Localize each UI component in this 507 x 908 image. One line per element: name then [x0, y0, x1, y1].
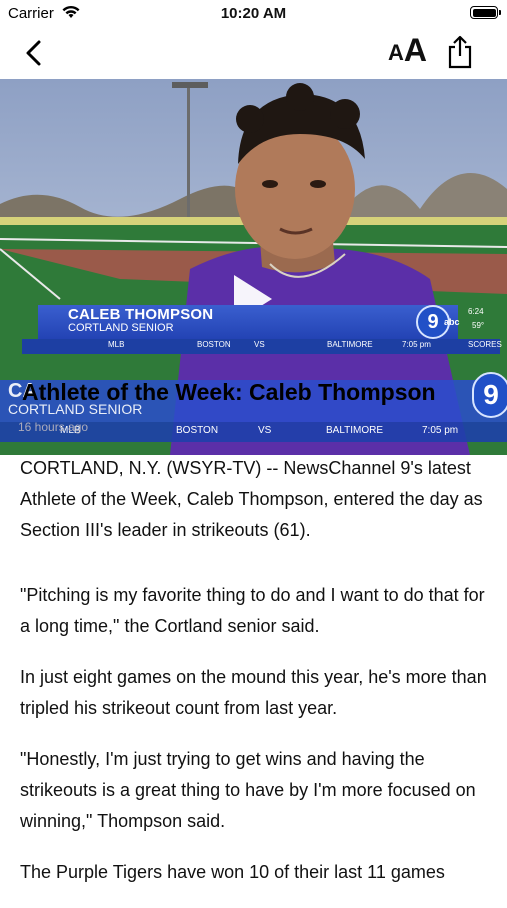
article-body: CORTLAND, N.Y. (WSYR-TV) -- NewsChannel … [20, 453, 490, 908]
article-timestamp: 16 hours ago [18, 420, 89, 434]
channel-temperature: 59° [472, 321, 485, 330]
article-headline: Athlete of the Week: Caleb Thompson [22, 379, 436, 405]
share-icon[interactable] [446, 34, 474, 70]
ticker-league: MLB [108, 340, 125, 349]
overlay-ticker-vs: VS [258, 425, 272, 436]
text-size-small-glyph: A [388, 40, 404, 65]
text-size-button[interactable]: A A [388, 33, 427, 73]
article-paragraph: In just eight games on the mound this ye… [20, 667, 487, 718]
article-paragraph: The Purple Tigers have won 10 of their l… [20, 862, 445, 882]
score-ticker: MLB BOSTON VS BALTIMORE 7:05 pm SCORES [22, 339, 502, 354]
ticker-vs: VS [254, 340, 265, 349]
article-paragraph: CORTLAND, N.Y. (WSYR-TV) -- NewsChannel … [20, 458, 483, 540]
ticker-team1: BOSTON [197, 340, 231, 349]
back-chevron-icon[interactable] [18, 36, 52, 70]
article-paragraph: "Pitching is my favorite thing to do and… [20, 585, 485, 636]
ticker-team2: BALTIMORE [327, 340, 373, 349]
clock: 10:20 AM [220, 5, 287, 22]
status-bar: Carrier 10:20 AM [0, 0, 507, 28]
ticker-scores: SCORES [468, 340, 502, 349]
nav-bar: A A [0, 28, 507, 78]
overlay-ticker-time: 7:05 pm [422, 425, 459, 436]
network-logo: abc [444, 317, 460, 327]
text-size-large-glyph: A [403, 32, 427, 68]
overlay-ticker-team1: BOSTON [176, 425, 219, 436]
article-paragraph: "Honestly, I'm just trying to get wins a… [20, 749, 476, 831]
lower-third-subtitle: CORTLAND SENIOR [68, 322, 174, 334]
channel-time: 6:24 [468, 307, 484, 316]
lower-third-name: CALEB THOMPSON [68, 306, 214, 323]
station-number: 9 [427, 311, 439, 333]
overlay-ticker-team2: BALTIMORE [326, 425, 384, 436]
ticker-game-time: 7:05 pm [402, 340, 431, 349]
battery-icon [470, 6, 501, 19]
